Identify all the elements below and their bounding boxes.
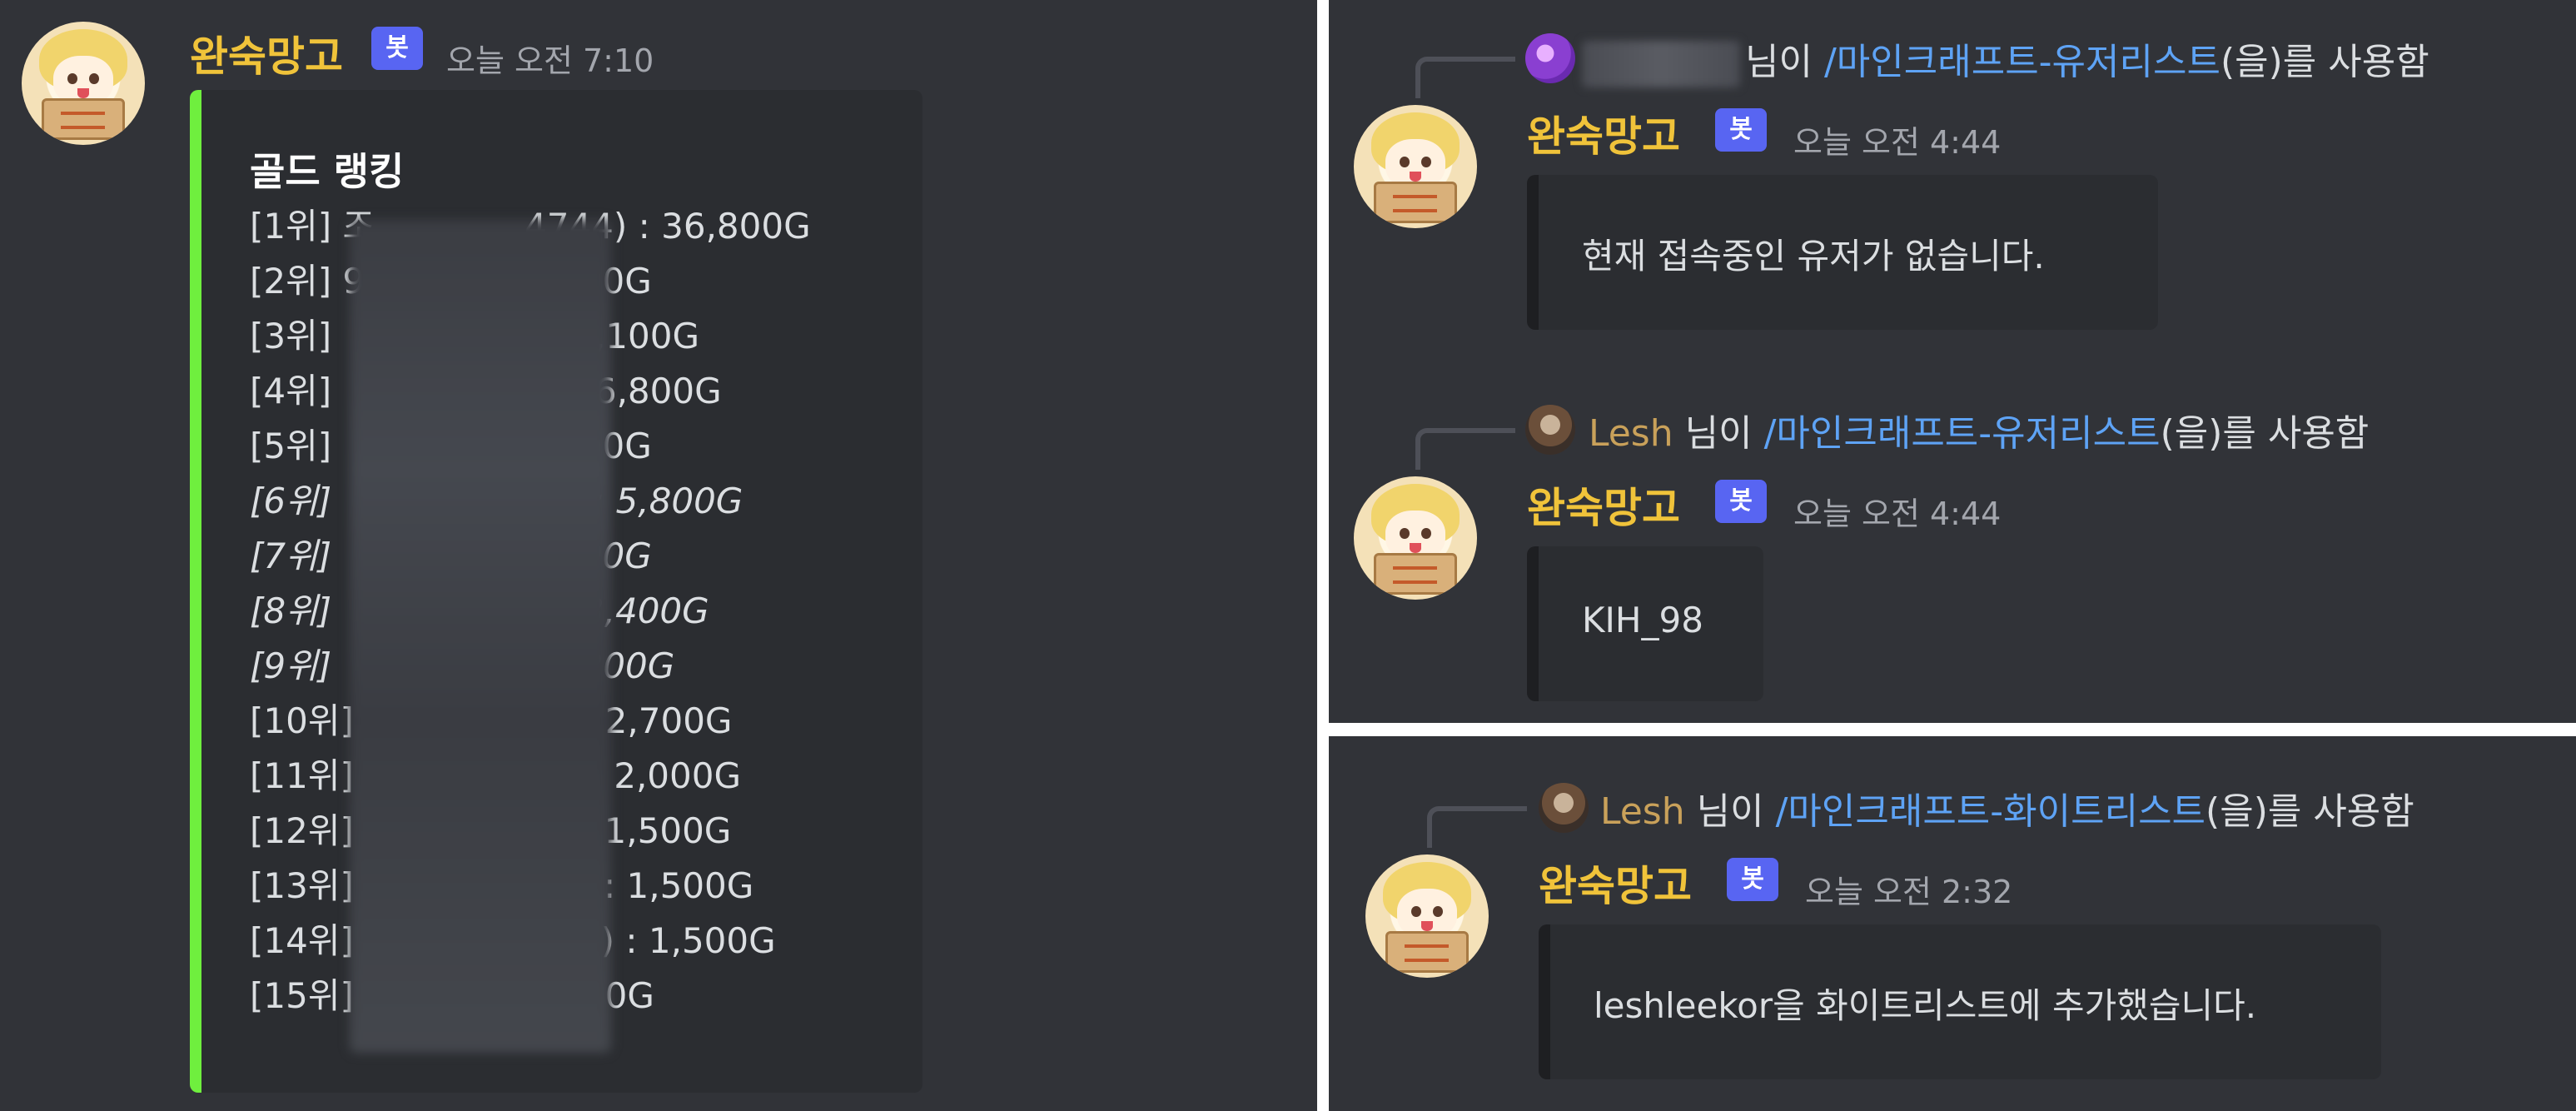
reply-username[interactable]: Lesh (1600, 790, 1685, 833)
embed-title: 골드 랭킹 (250, 149, 405, 194)
message-timestamp[interactable]: 오늘 오전 7:10 (446, 35, 654, 81)
embed-description: KIH_98 (1582, 600, 1703, 640)
blurred-usernames (350, 220, 611, 1053)
bot-avatar[interactable] (1354, 105, 1477, 228)
reply-tail: (을)를 사용함 (2206, 790, 2414, 833)
author-name[interactable]: 완숙망고 (190, 23, 343, 83)
reply-suffix: 님이 (1684, 790, 1764, 833)
reply-tail: (을)를 사용함 (2220, 41, 2429, 83)
reply-username[interactable]: Lesh (1589, 412, 1673, 455)
author-name[interactable]: 완숙망고 (1539, 853, 1692, 913)
reply-command-link[interactable]: /마인크래프트-화이트리스트 (1776, 790, 2206, 833)
whitelist-message-panel: Lesh 님이 /마인크래프트-화이트리스트(을)를 사용함 완숙망고 봇 오늘… (1329, 736, 2576, 1111)
blurred-reply-username (1582, 41, 1740, 87)
reply-connector (1415, 57, 1515, 98)
reply-context: Lesh 님이 /마인크래프트-유저리스트(을)를 사용함 (1589, 403, 2369, 456)
bot-badge: 봇 (1727, 858, 1778, 901)
response-embed: KIH_98 (1527, 546, 1763, 701)
reply-connector (1415, 428, 1515, 470)
bot-badge: 봇 (371, 27, 423, 70)
reply-context: 님이 /마인크래프트-유저리스트(을)를 사용함 (1582, 32, 2429, 87)
response-embed: 현재 접속중인 유저가 없습니다. (1527, 175, 2158, 330)
reply-connector (1427, 806, 1527, 848)
reply-suffix: 님이 (1745, 41, 1813, 83)
bot-avatar[interactable] (1365, 854, 1489, 978)
reply-command-link[interactable]: /마인크래프트-유저리스트 (1824, 41, 2220, 83)
bot-badge: 봇 (1715, 108, 1767, 152)
bot-avatar[interactable] (1354, 476, 1477, 600)
reply-command-link[interactable]: /마인크래프트-유저리스트 (1764, 412, 2161, 455)
bot-badge: 봇 (1715, 480, 1767, 523)
ranking-embed: 골드 랭킹 [1위] 조4744) : 36,800G[2위] 97,800G[… (190, 90, 922, 1093)
embed-description: leshleekor을 화이트리스트에 추가했습니다. (1594, 985, 2257, 1026)
reply-user-avatar[interactable] (1525, 33, 1575, 83)
embed-description: 현재 접속중인 유저가 없습니다. (1582, 236, 2045, 277)
author-name[interactable]: 완숙망고 (1527, 103, 1680, 163)
response-embed: leshleekor을 화이트리스트에 추가했습니다. (1539, 924, 2381, 1079)
ranking-message-panel: 완숙망고 봇 오늘 오전 7:10 골드 랭킹 [1위] 조 4744) : 36… (0, 0, 1317, 1111)
reply-user-avatar[interactable] (1525, 405, 1575, 455)
reply-user-avatar[interactable] (1539, 783, 1589, 833)
userlist-messages-panel: 님이 /마인크래프트-유저리스트(을)를 사용함 완숙망고 봇 오늘 오전 4:… (1329, 0, 2576, 723)
message-timestamp[interactable]: 오늘 오전 4:44 (1793, 488, 2001, 534)
bot-avatar[interactable] (22, 22, 145, 145)
reply-suffix: 님이 (1673, 412, 1753, 455)
author-name[interactable]: 완숙망고 (1527, 475, 1680, 535)
reply-context: Lesh 님이 /마인크래프트-화이트리스트(을)를 사용함 (1600, 781, 2414, 834)
message-timestamp[interactable]: 오늘 오전 2:32 (1805, 866, 2012, 912)
reply-tail: (을)를 사용함 (2160, 412, 2370, 455)
message-timestamp[interactable]: 오늘 오전 4:44 (1793, 117, 2001, 162)
